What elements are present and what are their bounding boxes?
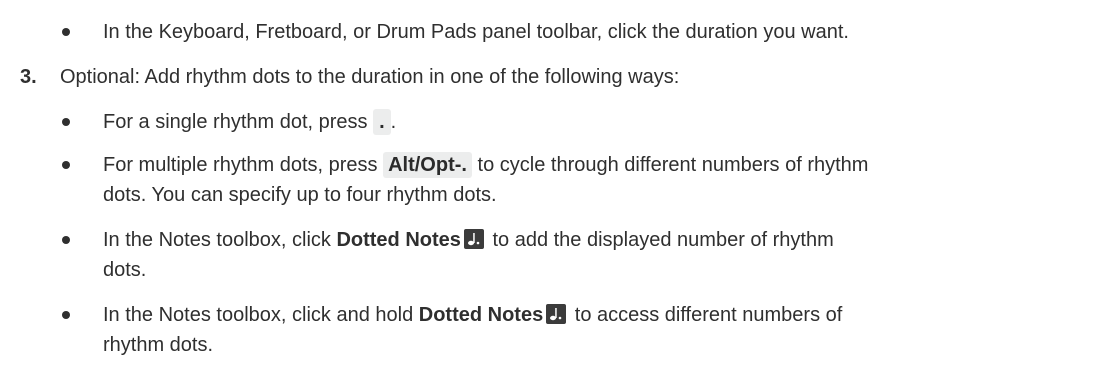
bullet-marker <box>62 161 70 169</box>
bullet-text-lead: In the Notes toolbox, click <box>103 229 337 251</box>
bullet-marker <box>62 28 70 36</box>
bullet-text-tail: to cycle through different numbers of rh… <box>471 154 869 176</box>
bullet-text: For a single rhythm dot, press .. <box>103 107 1090 137</box>
step-text: Optional: Add rhythm dots to the duratio… <box>60 66 680 88</box>
bullet-text-tail: to access different numbers of <box>569 304 843 326</box>
bullet-text-line2: dots. You can specify up to four rhythm … <box>103 184 497 206</box>
bullet-marker <box>62 311 70 319</box>
bullet-text-tail: to add the displayed number of rhythm <box>486 229 834 251</box>
keyboard-shortcut: Alt/Opt-. <box>383 152 472 178</box>
bullet-text-tail: . <box>390 111 397 133</box>
bullet-text-line2: dots. <box>103 259 147 281</box>
dotted-note-icon <box>463 229 484 249</box>
bullet-marker <box>62 236 70 244</box>
ui-term-dotted-notes: Dotted Notes <box>336 229 461 251</box>
bullet-text: In the Notes toolbox, click Dotted Notes… <box>103 225 1090 285</box>
bullet-text-lead: In the Notes toolbox, click and hold <box>103 304 419 326</box>
ui-term-dotted-notes: Dotted Notes <box>418 304 544 326</box>
bullet-text: In the Keyboard, Fretboard, or Drum Pads… <box>103 21 849 43</box>
bullet-text-line2: rhythm dots. <box>103 334 214 356</box>
step-number: 3. <box>20 66 37 88</box>
dotted-note-icon <box>546 304 567 324</box>
bullet-text-lead: For multiple rhythm dots, press <box>103 154 384 176</box>
bullet-text: In the Notes toolbox, click and hold Dot… <box>103 300 1090 360</box>
bullet-text-lead: For a single rhythm dot, press <box>103 111 374 133</box>
bullet-marker <box>62 118 70 126</box>
keyboard-shortcut: . <box>373 109 391 135</box>
bullet-text: For multiple rhythm dots, press Alt/Opt-… <box>103 150 1090 210</box>
